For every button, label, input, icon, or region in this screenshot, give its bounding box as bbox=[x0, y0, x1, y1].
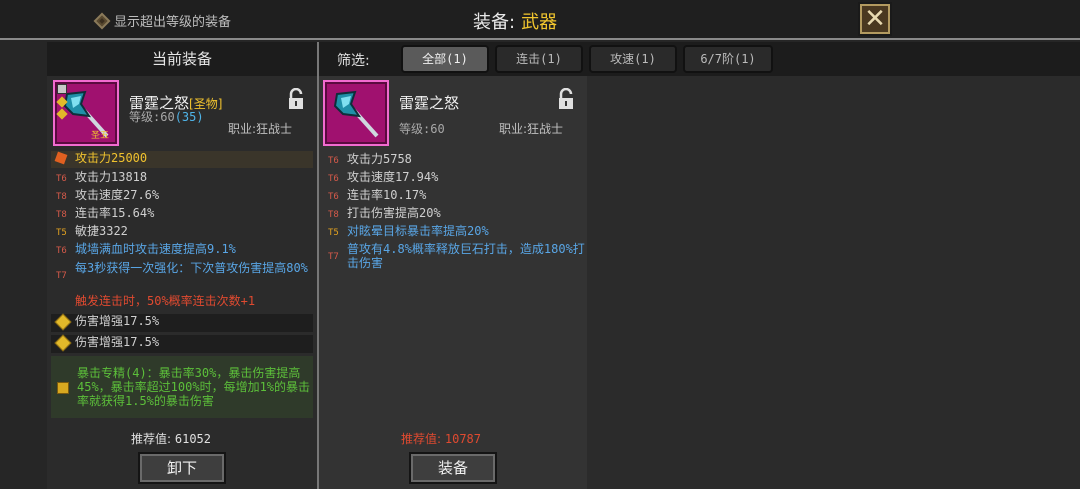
gem-text: 伤害增强17.5% bbox=[75, 314, 160, 328]
empty-list-area bbox=[587, 76, 1080, 489]
toggle-label: 显示超出等级的装备 bbox=[114, 15, 232, 30]
stat-row: T6 城墙满血时攻击速度提高9.1% bbox=[51, 242, 313, 259]
tier-label: T8 bbox=[328, 210, 339, 220]
stat-text: 攻击速度27.6% bbox=[75, 188, 160, 202]
set-bonus-text: 暴击专精(4)：暴击率30%，暴击伤害提高45%，暴击率超过100%时，每增加1… bbox=[77, 366, 311, 408]
slot-marker-icon bbox=[57, 84, 67, 94]
gem-icon bbox=[54, 313, 72, 331]
stat-row: 触发连击时，50%概率连击次数+1 bbox=[51, 294, 313, 311]
unequip-button[interactable]: 卸下 bbox=[138, 452, 226, 484]
rec-value: 61052 bbox=[174, 432, 211, 446]
current-equipment-panel: 当前装备 圣五 雷霆之怒[圣物] 等级:60(35) 职业:狂战士 攻击力250… bbox=[47, 42, 317, 489]
rank-badge: 圣五 bbox=[91, 131, 110, 141]
candidate-item-class: 职业:狂战士 bbox=[499, 122, 564, 136]
tab-combo[interactable]: 连击(1) bbox=[495, 45, 583, 73]
level-value: 60 bbox=[160, 110, 175, 124]
title-value: 武器 bbox=[521, 12, 558, 33]
tier-label: T6 bbox=[328, 192, 339, 202]
tab-all[interactable]: 全部(1) bbox=[401, 45, 489, 73]
stat-text: 普攻有4.8%概率释放巨石打击，造成180%打击伤害 bbox=[347, 242, 585, 270]
stat-text: 攻击速度17.94% bbox=[347, 170, 439, 184]
current-item-icon[interactable]: 圣五 bbox=[53, 80, 119, 146]
filter-label: 筛选: bbox=[337, 53, 370, 69]
gem-text: 伤害增强17.5% bbox=[75, 335, 160, 349]
stat-row: T6 攻击力5758 bbox=[323, 152, 585, 169]
tier-label: T8 bbox=[56, 192, 67, 202]
candidate-item-level: 等级:60 bbox=[399, 122, 445, 136]
stat-row: T5 敏捷3322 bbox=[51, 224, 313, 241]
filter-bar: 筛选: 全部(1) 连击(1) 攻速(1) 6/7阶(1) bbox=[319, 42, 1080, 76]
tier-label: T7 bbox=[56, 271, 67, 281]
tier-label: T7 bbox=[328, 252, 339, 262]
stat-text: 连击率10.17% bbox=[347, 188, 427, 202]
tier-label: T6 bbox=[328, 174, 339, 184]
stat-row: T5 对眩晕目标暴击率提高20% bbox=[323, 224, 585, 241]
current-equipment-title: 当前装备 bbox=[47, 42, 317, 76]
axe-icon bbox=[333, 90, 379, 138]
stat-text: 攻击力25000 bbox=[75, 151, 148, 165]
stat-text: 城墙满血时攻击速度提高9.1% bbox=[75, 242, 236, 256]
candidate-panel: 筛选: 全部(1) 连击(1) 攻速(1) 6/7阶(1) 雷霆之怒 等级:60… bbox=[319, 42, 1080, 489]
attack-icon bbox=[51, 151, 75, 168]
stat-row: T7 每3秒获得一次强化：下次普攻伤害提高80% bbox=[51, 261, 313, 293]
candidate-item-name: 雷霆之怒 bbox=[399, 94, 460, 112]
page-title: 装备: 武器 bbox=[473, 8, 557, 34]
stat-row: T8 打击伤害提高20% bbox=[323, 206, 585, 223]
title-label: 装备: bbox=[473, 12, 516, 33]
book-icon bbox=[57, 382, 69, 394]
lock-open-icon[interactable] bbox=[557, 88, 575, 110]
rec-label: 推荐值: bbox=[131, 432, 172, 446]
level-prefix: 等级: bbox=[129, 110, 161, 124]
stat-row: T6 攻击速度17.94% bbox=[323, 170, 585, 187]
stat-text: 攻击力5758 bbox=[347, 152, 412, 166]
current-item-class: 职业:狂战士 bbox=[228, 122, 293, 136]
stat-text: 对眩晕目标暴击率提高20% bbox=[347, 224, 489, 238]
gem-row: 伤害增强17.5% bbox=[51, 334, 313, 353]
candidate-item-icon[interactable] bbox=[323, 80, 389, 146]
current-item-level: 等级:60(35) bbox=[129, 110, 209, 124]
tier-label: T6 bbox=[56, 246, 67, 256]
stat-row: T6 攻击力13818 bbox=[51, 170, 313, 187]
lock-open-icon[interactable] bbox=[287, 88, 305, 110]
tab-tier-6-7[interactable]: 6/7阶(1) bbox=[683, 45, 773, 73]
stat-row: T6 连击率10.17% bbox=[323, 188, 585, 205]
show-overlevel-toggle[interactable]: 显示超出等级的装备 bbox=[93, 11, 232, 30]
current-item-tag: [圣物] bbox=[189, 97, 223, 111]
stat-text: 连击率15.64% bbox=[75, 206, 155, 220]
equip-button[interactable]: 装备 bbox=[409, 452, 497, 484]
gem-row: 伤害增强17.5% bbox=[51, 313, 313, 332]
tier-label: T8 bbox=[56, 210, 67, 220]
current-recommend: 推荐值: 61052 bbox=[131, 430, 211, 447]
top-bar: 显示超出等级的装备 装备: 武器 ✕ bbox=[0, 0, 1080, 40]
close-icon[interactable]: ✕ bbox=[864, 6, 886, 32]
diamond-toggle-icon[interactable] bbox=[93, 12, 111, 29]
stat-row: 攻击力25000 bbox=[51, 151, 313, 168]
stat-row: T8 攻击速度27.6% bbox=[51, 188, 313, 205]
stat-text: 触发连击时，50%概率连击次数+1 bbox=[75, 294, 256, 308]
rec-value: 10787 bbox=[444, 432, 481, 446]
set-bonus-row: 暴击专精(4)：暴击率30%，暴击伤害提高45%，暴击率超过100%时，每增加1… bbox=[51, 356, 313, 418]
candidate-recommend: 推荐值: 10787 bbox=[401, 430, 481, 447]
stat-text: 打击伤害提高20% bbox=[347, 206, 441, 220]
rec-label: 推荐值: bbox=[401, 432, 442, 446]
level-extra: (35) bbox=[174, 110, 204, 124]
candidate-card[interactable]: 雷霆之怒 等级:60 职业:狂战士 T6 攻击力5758 T6 攻击速度17.9… bbox=[319, 76, 587, 489]
stat-text: 敏捷3322 bbox=[75, 224, 128, 238]
gem-icon bbox=[54, 334, 72, 352]
stat-row: T8 连击率15.64% bbox=[51, 206, 313, 223]
stat-row: T7 普攻有4.8%概率释放巨石打击，造成180%打击伤害 bbox=[323, 242, 585, 274]
close-button[interactable]: ✕ bbox=[858, 2, 892, 36]
stat-text: 每3秒获得一次强化：下次普攻伤害提高80% bbox=[75, 261, 308, 275]
tab-attack-speed[interactable]: 攻速(1) bbox=[589, 45, 677, 73]
tier-label bbox=[51, 294, 75, 296]
stat-text: 攻击力13818 bbox=[75, 170, 148, 184]
tier-label: T6 bbox=[328, 156, 339, 166]
tier-label: T5 bbox=[56, 228, 67, 238]
tier-label: T5 bbox=[328, 228, 339, 238]
tier-label: T6 bbox=[56, 174, 67, 184]
